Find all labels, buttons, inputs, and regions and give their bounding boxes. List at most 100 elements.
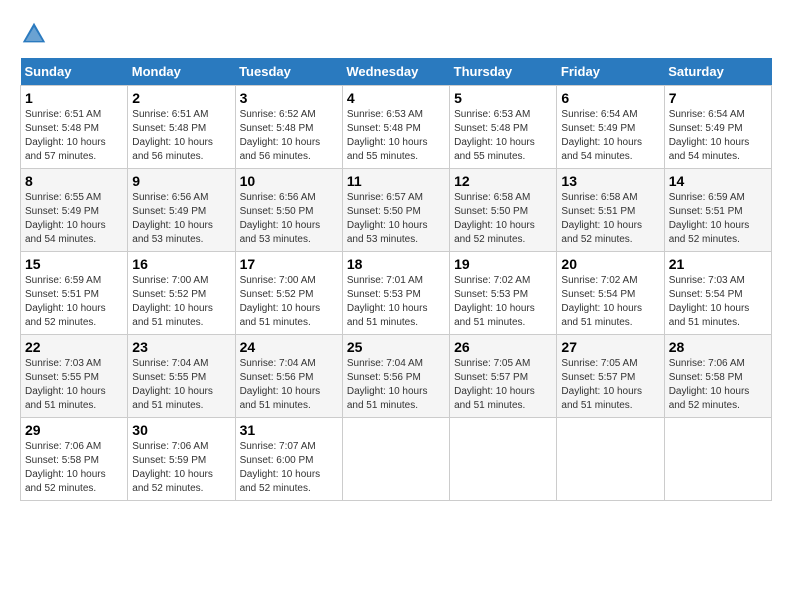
day-info: Sunrise: 7:04 AMSunset: 5:56 PMDaylight:…: [347, 358, 428, 411]
day-info: Sunrise: 6:58 AMSunset: 5:51 PMDaylight:…: [561, 192, 642, 245]
day-number: 12: [454, 173, 552, 189]
calendar-week-row: 1 Sunrise: 6:51 AMSunset: 5:48 PMDayligh…: [21, 86, 772, 169]
day-info: Sunrise: 6:51 AMSunset: 5:48 PMDaylight:…: [132, 109, 213, 162]
day-info: Sunrise: 7:06 AMSunset: 5:58 PMDaylight:…: [25, 441, 106, 494]
day-info: Sunrise: 7:01 AMSunset: 5:53 PMDaylight:…: [347, 275, 428, 328]
calendar-table: SundayMondayTuesdayWednesdayThursdayFrid…: [20, 58, 772, 501]
day-number: 4: [347, 90, 445, 106]
day-info: Sunrise: 7:06 AMSunset: 5:58 PMDaylight:…: [669, 358, 750, 411]
weekday-header-thursday: Thursday: [450, 58, 557, 86]
weekday-header-tuesday: Tuesday: [235, 58, 342, 86]
calendar-cell: [450, 418, 557, 501]
day-number: 15: [25, 256, 123, 272]
day-number: 28: [669, 339, 767, 355]
calendar-cell: 26 Sunrise: 7:05 AMSunset: 5:57 PMDaylig…: [450, 335, 557, 418]
calendar-cell: 23 Sunrise: 7:04 AMSunset: 5:55 PMDaylig…: [128, 335, 235, 418]
calendar-cell: 5 Sunrise: 6:53 AMSunset: 5:48 PMDayligh…: [450, 86, 557, 169]
day-info: Sunrise: 6:56 AMSunset: 5:49 PMDaylight:…: [132, 192, 213, 245]
day-number: 8: [25, 173, 123, 189]
calendar-cell: 12 Sunrise: 6:58 AMSunset: 5:50 PMDaylig…: [450, 169, 557, 252]
calendar-cell: 31 Sunrise: 7:07 AMSunset: 6:00 PMDaylig…: [235, 418, 342, 501]
calendar-cell: 10 Sunrise: 6:56 AMSunset: 5:50 PMDaylig…: [235, 169, 342, 252]
day-number: 14: [669, 173, 767, 189]
day-info: Sunrise: 7:02 AMSunset: 5:53 PMDaylight:…: [454, 275, 535, 328]
day-number: 6: [561, 90, 659, 106]
day-info: Sunrise: 7:07 AMSunset: 6:00 PMDaylight:…: [240, 441, 321, 494]
day-info: Sunrise: 7:06 AMSunset: 5:59 PMDaylight:…: [132, 441, 213, 494]
day-info: Sunrise: 6:58 AMSunset: 5:50 PMDaylight:…: [454, 192, 535, 245]
weekday-header-row: SundayMondayTuesdayWednesdayThursdayFrid…: [21, 58, 772, 86]
day-number: 25: [347, 339, 445, 355]
day-number: 10: [240, 173, 338, 189]
day-number: 31: [240, 422, 338, 438]
day-number: 26: [454, 339, 552, 355]
calendar-week-row: 29 Sunrise: 7:06 AMSunset: 5:58 PMDaylig…: [21, 418, 772, 501]
weekday-header-monday: Monday: [128, 58, 235, 86]
calendar-cell: 8 Sunrise: 6:55 AMSunset: 5:49 PMDayligh…: [21, 169, 128, 252]
calendar-cell: 25 Sunrise: 7:04 AMSunset: 5:56 PMDaylig…: [342, 335, 449, 418]
day-number: 11: [347, 173, 445, 189]
calendar-cell: 7 Sunrise: 6:54 AMSunset: 5:49 PMDayligh…: [664, 86, 771, 169]
day-info: Sunrise: 7:03 AMSunset: 5:54 PMDaylight:…: [669, 275, 750, 328]
calendar-cell: 3 Sunrise: 6:52 AMSunset: 5:48 PMDayligh…: [235, 86, 342, 169]
calendar-cell: 27 Sunrise: 7:05 AMSunset: 5:57 PMDaylig…: [557, 335, 664, 418]
calendar-cell: 30 Sunrise: 7:06 AMSunset: 5:59 PMDaylig…: [128, 418, 235, 501]
day-number: 16: [132, 256, 230, 272]
day-info: Sunrise: 7:02 AMSunset: 5:54 PMDaylight:…: [561, 275, 642, 328]
calendar-cell: 16 Sunrise: 7:00 AMSunset: 5:52 PMDaylig…: [128, 252, 235, 335]
day-info: Sunrise: 6:53 AMSunset: 5:48 PMDaylight:…: [347, 109, 428, 162]
calendar-cell: 13 Sunrise: 6:58 AMSunset: 5:51 PMDaylig…: [557, 169, 664, 252]
calendar-cell: 9 Sunrise: 6:56 AMSunset: 5:49 PMDayligh…: [128, 169, 235, 252]
calendar-cell: 1 Sunrise: 6:51 AMSunset: 5:48 PMDayligh…: [21, 86, 128, 169]
day-number: 13: [561, 173, 659, 189]
day-info: Sunrise: 6:52 AMSunset: 5:48 PMDaylight:…: [240, 109, 321, 162]
day-number: 22: [25, 339, 123, 355]
day-info: Sunrise: 6:59 AMSunset: 5:51 PMDaylight:…: [669, 192, 750, 245]
day-info: Sunrise: 7:00 AMSunset: 5:52 PMDaylight:…: [240, 275, 321, 328]
day-info: Sunrise: 6:55 AMSunset: 5:49 PMDaylight:…: [25, 192, 106, 245]
calendar-week-row: 15 Sunrise: 6:59 AMSunset: 5:51 PMDaylig…: [21, 252, 772, 335]
day-info: Sunrise: 6:53 AMSunset: 5:48 PMDaylight:…: [454, 109, 535, 162]
header: [20, 20, 772, 48]
day-info: Sunrise: 7:03 AMSunset: 5:55 PMDaylight:…: [25, 358, 106, 411]
calendar-cell: 28 Sunrise: 7:06 AMSunset: 5:58 PMDaylig…: [664, 335, 771, 418]
calendar-cell: 20 Sunrise: 7:02 AMSunset: 5:54 PMDaylig…: [557, 252, 664, 335]
calendar-cell: 24 Sunrise: 7:04 AMSunset: 5:56 PMDaylig…: [235, 335, 342, 418]
day-info: Sunrise: 7:04 AMSunset: 5:55 PMDaylight:…: [132, 358, 213, 411]
calendar-cell: 19 Sunrise: 7:02 AMSunset: 5:53 PMDaylig…: [450, 252, 557, 335]
day-info: Sunrise: 6:54 AMSunset: 5:49 PMDaylight:…: [669, 109, 750, 162]
calendar-cell: [664, 418, 771, 501]
day-info: Sunrise: 6:57 AMSunset: 5:50 PMDaylight:…: [347, 192, 428, 245]
day-number: 5: [454, 90, 552, 106]
calendar-cell: [557, 418, 664, 501]
calendar-cell: 29 Sunrise: 7:06 AMSunset: 5:58 PMDaylig…: [21, 418, 128, 501]
calendar-cell: 11 Sunrise: 6:57 AMSunset: 5:50 PMDaylig…: [342, 169, 449, 252]
day-number: 21: [669, 256, 767, 272]
day-info: Sunrise: 6:54 AMSunset: 5:49 PMDaylight:…: [561, 109, 642, 162]
calendar-cell: 2 Sunrise: 6:51 AMSunset: 5:48 PMDayligh…: [128, 86, 235, 169]
calendar-cell: 14 Sunrise: 6:59 AMSunset: 5:51 PMDaylig…: [664, 169, 771, 252]
day-number: 2: [132, 90, 230, 106]
logo: [20, 20, 52, 48]
logo-icon: [20, 20, 48, 48]
calendar-cell: [342, 418, 449, 501]
day-number: 20: [561, 256, 659, 272]
day-number: 1: [25, 90, 123, 106]
calendar-cell: 15 Sunrise: 6:59 AMSunset: 5:51 PMDaylig…: [21, 252, 128, 335]
day-info: Sunrise: 6:59 AMSunset: 5:51 PMDaylight:…: [25, 275, 106, 328]
day-number: 19: [454, 256, 552, 272]
day-number: 18: [347, 256, 445, 272]
calendar-week-row: 8 Sunrise: 6:55 AMSunset: 5:49 PMDayligh…: [21, 169, 772, 252]
day-info: Sunrise: 7:05 AMSunset: 5:57 PMDaylight:…: [561, 358, 642, 411]
calendar-cell: 17 Sunrise: 7:00 AMSunset: 5:52 PMDaylig…: [235, 252, 342, 335]
day-info: Sunrise: 7:05 AMSunset: 5:57 PMDaylight:…: [454, 358, 535, 411]
weekday-header-friday: Friday: [557, 58, 664, 86]
calendar-cell: 22 Sunrise: 7:03 AMSunset: 5:55 PMDaylig…: [21, 335, 128, 418]
day-number: 7: [669, 90, 767, 106]
calendar-cell: 18 Sunrise: 7:01 AMSunset: 5:53 PMDaylig…: [342, 252, 449, 335]
day-number: 27: [561, 339, 659, 355]
calendar-week-row: 22 Sunrise: 7:03 AMSunset: 5:55 PMDaylig…: [21, 335, 772, 418]
day-number: 24: [240, 339, 338, 355]
day-info: Sunrise: 6:51 AMSunset: 5:48 PMDaylight:…: [25, 109, 106, 162]
day-number: 29: [25, 422, 123, 438]
